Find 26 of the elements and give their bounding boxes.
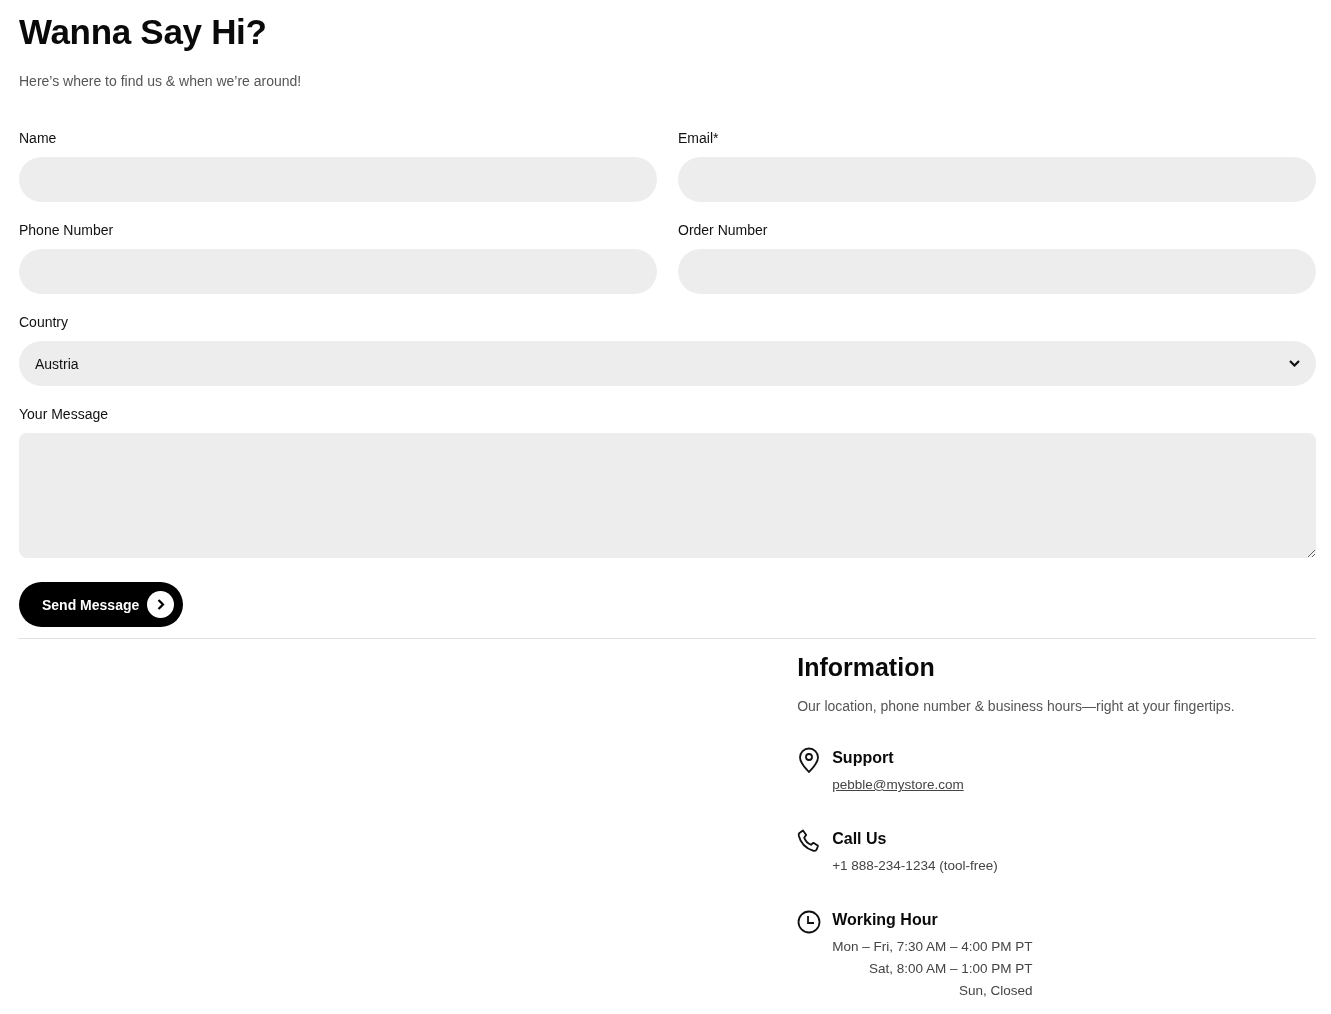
contact-heading: Working Hour — [832, 910, 938, 930]
contact-detail: Sat, 8:00 AM – 1:00 PM PT — [868, 960, 1033, 978]
chevron-right-icon — [147, 591, 175, 618]
field-label: Email* — [678, 129, 720, 147]
contact-detail: +1 888-234-1234 (tool-free) — [832, 857, 998, 875]
field-label: Order Number — [678, 221, 769, 239]
send-message-button[interactable]: Send Message — [19, 582, 184, 627]
field-label: Your Message — [19, 405, 109, 423]
clock-icon — [797, 909, 822, 935]
page-title: Wanna Say Hi? — [19, 12, 268, 52]
message-textarea[interactable] — [19, 433, 1316, 558]
chevron-down-icon — [1289, 360, 1300, 367]
location-pin-icon — [797, 747, 822, 773]
country-select[interactable]: Austria — [19, 341, 1316, 386]
field-label: Phone Number — [19, 221, 115, 239]
contact-heading: Call Us — [832, 829, 887, 849]
contact-heading: Support — [832, 748, 894, 768]
email-link[interactable]: pebble@mystore.com — [832, 774, 964, 796]
page-subtitle: Here’s where to find us & when we’re around! — [19, 72, 303, 91]
contact-detail: Mon – Fri, 7:30 AM – 4:00 PM PT — [832, 938, 1033, 956]
field-label: Country — [19, 313, 70, 331]
field-label: Name — [19, 129, 58, 147]
section-subtitle: Our location, phone number & business hours—right at your fingertips. — [797, 697, 1236, 716]
phone-icon — [797, 828, 822, 854]
contact-detail: Sun, Closed — [959, 982, 1033, 1000]
section-title: Information — [797, 652, 936, 682]
